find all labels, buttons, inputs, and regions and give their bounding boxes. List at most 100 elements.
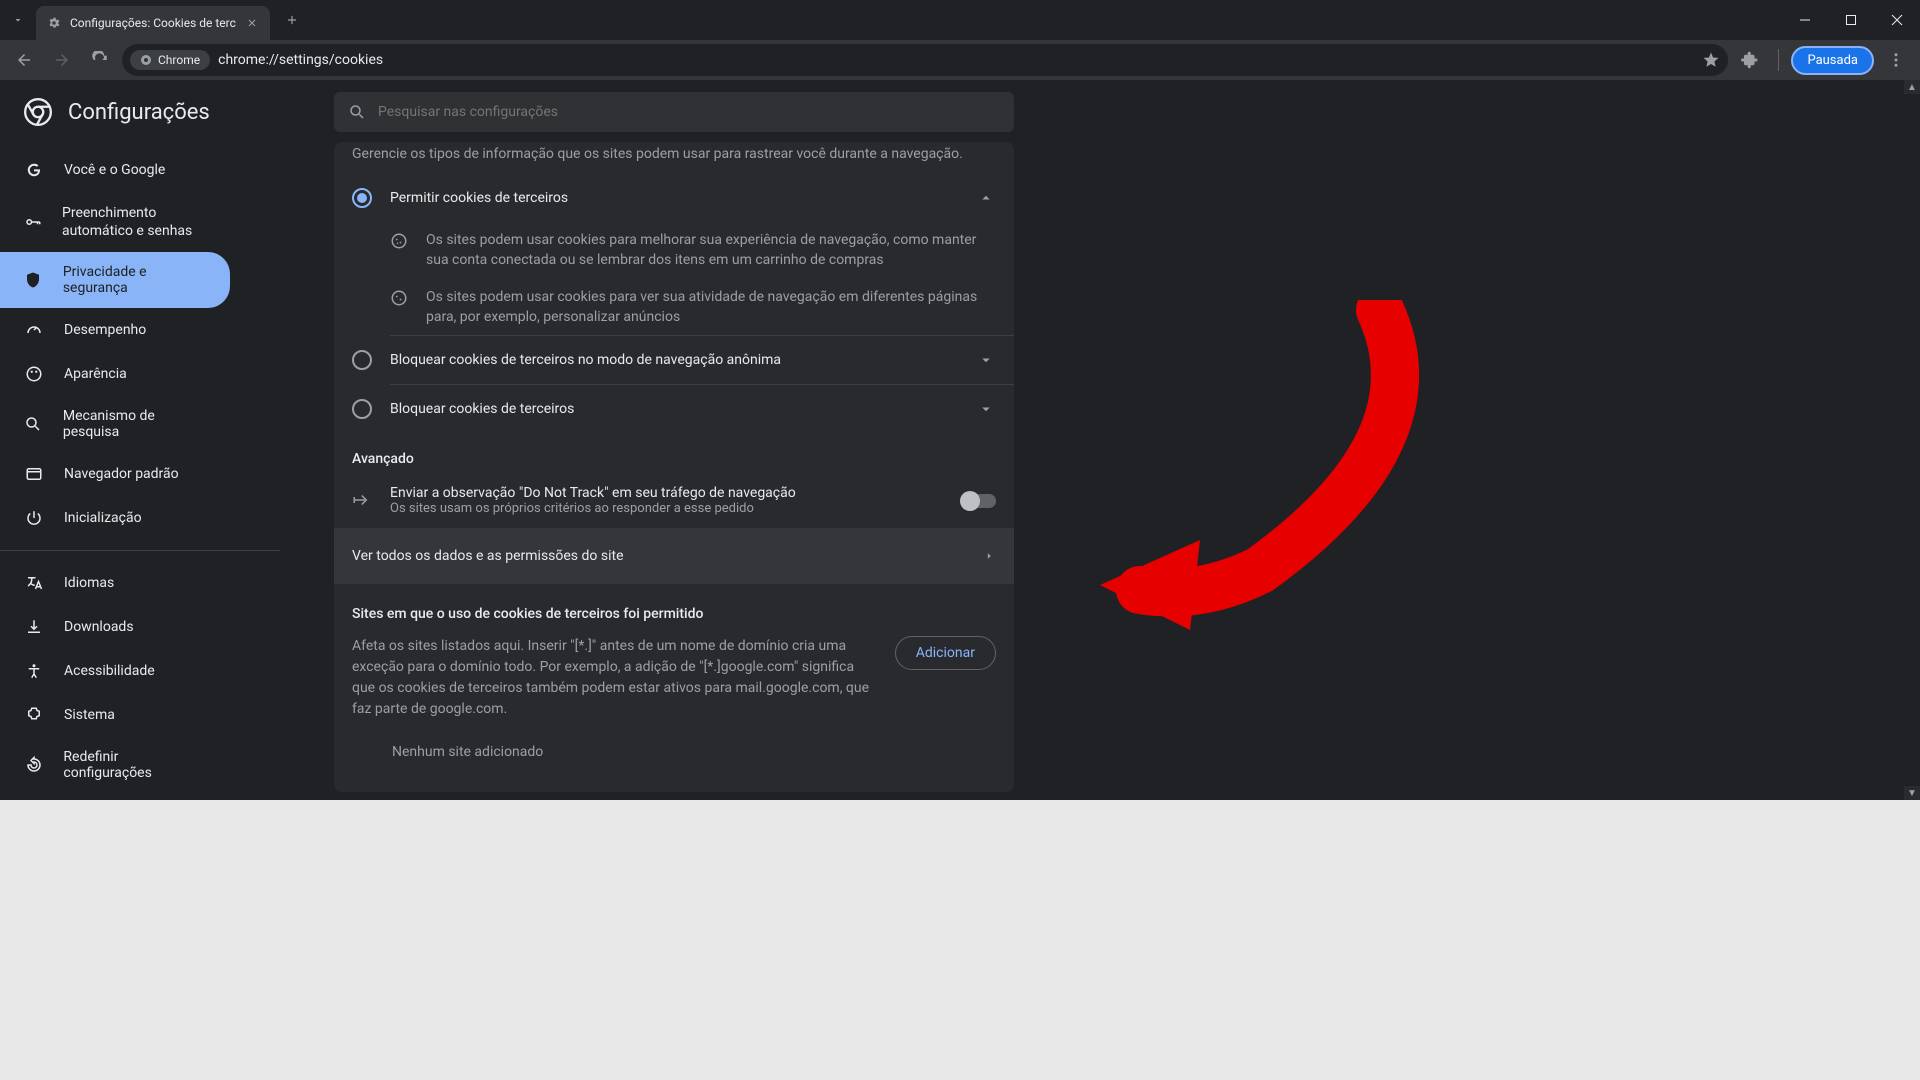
bookmark-icon[interactable] (1702, 51, 1720, 69)
tab-search-dropdown[interactable] (0, 3, 36, 37)
sidebar-item-autofill[interactable]: Preenchimento automático e senhas (0, 192, 230, 252)
gear-icon (46, 15, 62, 31)
new-tab-button[interactable] (278, 6, 306, 34)
chrome-logo-icon (24, 98, 52, 126)
divider (1778, 49, 1779, 71)
key-icon (24, 212, 42, 232)
system-icon (24, 705, 44, 725)
accessibility-icon (24, 661, 44, 681)
browser-tab[interactable]: Configurações: Cookies de terc (36, 6, 270, 40)
browser-icon (24, 464, 44, 484)
reload-button[interactable] (84, 44, 116, 76)
radio-block-incognito[interactable]: Bloquear cookies de terceiros no modo de… (334, 336, 1014, 384)
maximize-button[interactable] (1828, 0, 1874, 40)
speed-icon (24, 320, 44, 340)
sidebar-item-privacy[interactable]: Privacidade e segurança (0, 252, 230, 308)
scrollbar-up-icon[interactable]: ▲ (1904, 80, 1920, 94)
allowed-sites-heading: Sites em que o uso de cookies de terceir… (352, 606, 996, 622)
forward-button[interactable] (46, 44, 78, 76)
sidebar-item-startup[interactable]: Inicialização (0, 496, 230, 540)
sidebar-item-you-and-google[interactable]: Você e o Google (0, 148, 230, 192)
radio-allow-third-party[interactable]: Permitir cookies de terceiros (334, 174, 1014, 222)
sidebar-item-reset[interactable]: Redefinir configurações (0, 737, 230, 793)
letterbox (0, 800, 1920, 1080)
view-all-site-data-link[interactable]: Ver todos os dados e as permissões do si… (334, 528, 1014, 584)
sidebar-item-label: Inicialização (64, 510, 142, 526)
close-icon[interactable] (244, 15, 260, 31)
allow-description-2: Os sites podem usar cookies para ver sua… (334, 279, 1014, 336)
sidebar-item-label: Privacidade e segurança (63, 264, 206, 296)
sidebar-item-accessibility[interactable]: Acessibilidade (0, 649, 230, 693)
cookies-panel: Gerencie os tipos de informação que os s… (334, 142, 1014, 792)
no-sites-text: Nenhum site adicionado (352, 720, 996, 770)
sidebar-item-label: Navegador padrão (64, 466, 179, 482)
advanced-heading: Avançado (334, 433, 1014, 473)
page-title: Configurações (68, 100, 210, 125)
sidebar-item-label: Aparência (64, 366, 127, 382)
window-controls (1782, 0, 1920, 40)
sidebar-item-performance[interactable]: Desempenho (0, 308, 230, 352)
extensions-icon[interactable] (1734, 44, 1766, 76)
language-icon (24, 573, 44, 593)
shield-icon (24, 270, 43, 290)
radio-selected-icon (352, 188, 372, 208)
allowed-sites-section: Sites em que o uso de cookies de terceir… (334, 584, 1014, 792)
chevron-down-icon[interactable] (976, 399, 996, 419)
sidebar-item-label: Sistema (64, 707, 115, 723)
profile-badge[interactable]: Pausada (1791, 46, 1874, 75)
chevron-up-icon[interactable] (976, 188, 996, 208)
power-icon (24, 508, 44, 528)
radio-block-all[interactable]: Bloquear cookies de terceiros (334, 385, 1014, 433)
sidebar-item-languages[interactable]: Idiomas (0, 561, 230, 605)
sidebar-item-default-browser[interactable]: Navegador padrão (0, 452, 230, 496)
radio-icon (352, 399, 372, 419)
dnt-toggle[interactable] (962, 494, 996, 508)
tab-title: Configurações: Cookies de terc (70, 16, 236, 30)
link-label: Ver todos os dados e as permissões do si… (352, 548, 982, 564)
sidebar-item-search-engine[interactable]: Mecanismo de pesquisa (0, 396, 230, 452)
sidebar-item-label: Acessibilidade (64, 663, 155, 679)
search-icon (348, 103, 366, 121)
brand: Configurações (0, 80, 320, 148)
cookie-icon (390, 289, 410, 309)
settings-search-input[interactable] (378, 104, 1000, 120)
dnt-title: Enviar a observação "Do Not Track" em se… (390, 485, 944, 501)
close-window-button[interactable] (1874, 0, 1920, 40)
chrome-chip-label: Chrome (158, 53, 200, 67)
search-icon (24, 414, 43, 434)
radio-label: Bloquear cookies de terceiros no modo de… (390, 352, 958, 368)
radio-icon (352, 350, 372, 370)
dnt-subtitle: Os sites usam os próprios critérios ao r… (390, 501, 944, 516)
sidebar-item-label: Redefinir configurações (63, 749, 206, 781)
radio-label: Bloquear cookies de terceiros (390, 401, 958, 417)
sidebar-item-label: Desempenho (64, 322, 146, 338)
cookie-icon (390, 232, 410, 252)
allow-description-1: Os sites podem usar cookies para melhora… (334, 222, 1014, 279)
nav-secondary: Idiomas Downloads Acessibilidade Sistema… (0, 561, 320, 793)
sidebar-item-appearance[interactable]: Aparência (0, 352, 230, 396)
reset-icon (24, 755, 43, 775)
sidebar-item-label: Downloads (64, 619, 134, 635)
sidebar-item-label: Mecanismo de pesquisa (63, 408, 206, 440)
divider (0, 550, 280, 551)
radio-label: Permitir cookies de terceiros (390, 190, 958, 206)
chevron-down-icon[interactable] (976, 350, 996, 370)
sidebar-item-label: Idiomas (64, 575, 114, 591)
do-not-track-row: Enviar a observação "Do Not Track" em se… (334, 473, 1014, 528)
chevron-right-icon (982, 549, 996, 563)
omnibox[interactable]: Chrome chrome://settings/cookies (122, 44, 1728, 76)
back-button[interactable] (8, 44, 40, 76)
chrome-chip: Chrome (130, 50, 210, 70)
add-button[interactable]: Adicionar (895, 636, 996, 670)
allowed-sites-description: Afeta os sites listados aqui. Inserir "[… (352, 636, 875, 720)
menu-icon[interactable] (1880, 44, 1912, 76)
minimize-button[interactable] (1782, 0, 1828, 40)
toolbar: Chrome chrome://settings/cookies Pausada (0, 40, 1920, 80)
settings-search[interactable] (334, 92, 1014, 132)
panel-description-truncated: Gerencie os tipos de informação que os s… (334, 142, 1014, 174)
omnibox-url: chrome://settings/cookies (218, 52, 383, 68)
sidebar-item-downloads[interactable]: Downloads (0, 605, 230, 649)
google-icon (24, 160, 44, 180)
sidebar-item-system[interactable]: Sistema (0, 693, 230, 737)
scrollbar-down-icon[interactable]: ▼ (1904, 786, 1920, 800)
